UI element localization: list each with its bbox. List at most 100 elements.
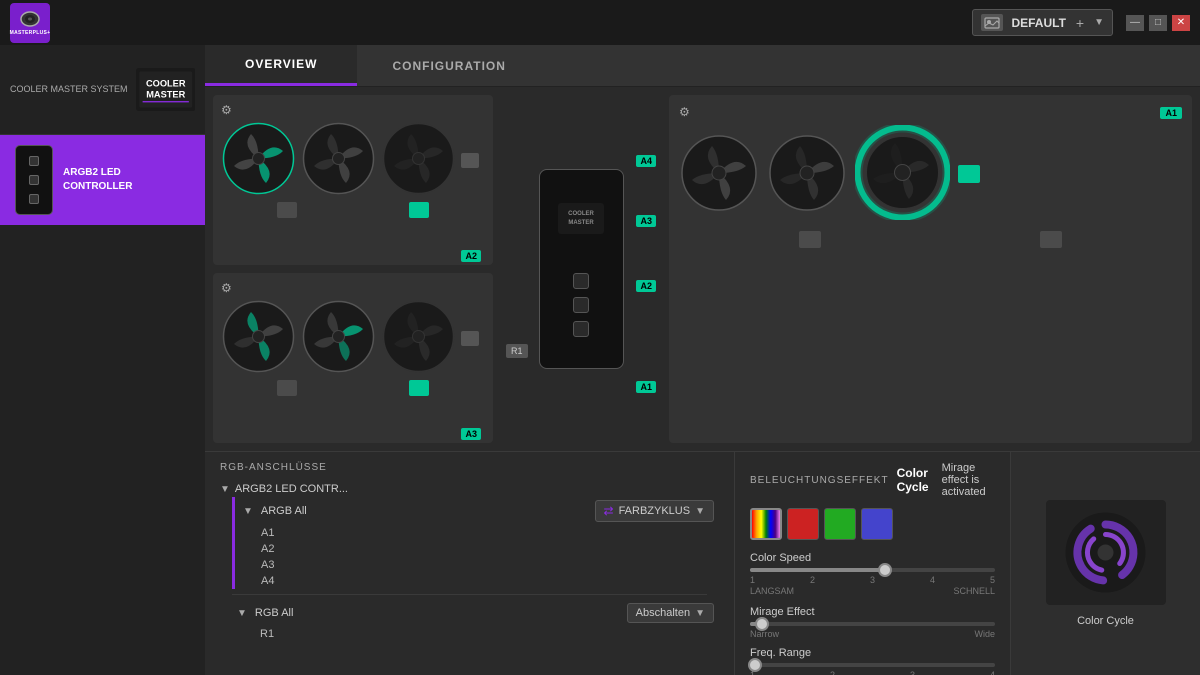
maximize-button[interactable]: □ <box>1149 15 1167 31</box>
svg-text:MASTER: MASTER <box>568 220 594 226</box>
tree-label-controller: ARGB2 LED CONTR... <box>235 483 348 495</box>
tab-configuration[interactable]: CONFIGURATION <box>357 45 540 86</box>
effect-panel-title: BELEUCHTUNGSEFFEKT <box>750 475 889 486</box>
rgb-child-r1[interactable]: R1 <box>232 626 719 642</box>
bottom-controls: RGB-ANSCHLÜSSE ▼ ARGB2 LED CONTR... ▼ AR… <box>205 451 1200 675</box>
sidebar-item-argb-controller[interactable]: ARGB2 LED CONTROLLER <box>0 135 205 225</box>
fan-icon-bottom: ⚙ <box>221 281 232 295</box>
chevron-down-icon[interactable]: ▼ <box>1094 17 1104 28</box>
argb-all-row[interactable]: ▼ ARGB All ⇄ FARBZYKLUS ▼ <box>238 497 719 525</box>
brand-area: COOLER MASTER SYSTEM COOLER MASTER <box>0 45 205 135</box>
a3-label: A3 <box>636 215 656 227</box>
mirage-labels: Narrow Wide <box>750 629 995 639</box>
fan-group-a1: ⚙ <box>669 95 1192 443</box>
a1-right-connector[interactable] <box>958 165 980 183</box>
speed-slider-handle[interactable] <box>878 563 892 577</box>
tree-arrow-argb: ▼ <box>243 506 253 517</box>
connector-a1-mid <box>1040 231 1062 248</box>
profile-name: DEFAULT <box>1011 16 1065 30</box>
speed-slider-track[interactable] <box>750 568 995 572</box>
effect-panel: BELEUCHTUNGSEFFEKT Color Cycle Mirage ef… <box>735 452 1010 675</box>
brand-label: COOLER MASTER SYSTEM <box>10 83 128 96</box>
svg-text:COOLER: COOLER <box>568 211 594 217</box>
effect-name-display: Color Cycle <box>897 466 929 494</box>
rgb-effect-label: Abschalten <box>636 607 690 619</box>
dropdown-arrow-argb: ▼ <box>695 506 705 517</box>
fan-group-a2: ⚙ <box>213 95 493 265</box>
freq-range-param: Freq. Range 1234 Small Large <box>750 647 995 675</box>
app-icon: MASTERPLUS+ <box>10 3 50 43</box>
preview-box <box>1046 500 1166 605</box>
argb-active-border <box>232 497 235 589</box>
speed-label-row: LANGSAM SCHNELL <box>750 586 995 596</box>
device-name-label: ARGB2 LED CONTROLLER <box>63 166 132 194</box>
app-logo-area: MASTERPLUS+ <box>0 0 205 45</box>
rgb-all-label: RGB All <box>255 607 619 619</box>
close-button[interactable]: ✕ <box>1172 15 1190 31</box>
argb-effect-select[interactable]: ⇄ FARBZYKLUS ▼ <box>595 500 715 522</box>
mirage-slider-handle[interactable] <box>755 617 769 631</box>
fan-4[interactable] <box>221 299 296 377</box>
tree-controller[interactable]: ▼ ARGB2 LED CONTR... <box>220 481 719 497</box>
a2-label-center: A2 <box>636 280 656 292</box>
swatch-red[interactable] <box>787 508 819 540</box>
argb-child-a3[interactable]: A3 <box>256 557 719 573</box>
fan-row-bottom <box>221 299 485 377</box>
freq-slider-track[interactable] <box>750 663 995 667</box>
fan-8[interactable] <box>767 133 847 216</box>
svg-text:COOLER: COOLER <box>145 79 185 89</box>
rgb-all-row[interactable]: ▼ RGB All Abschalten ▼ <box>232 600 719 626</box>
argb-effect-label: FARBZYKLUS <box>619 505 691 517</box>
rgb-effect-select[interactable]: Abschalten ▼ <box>627 603 714 623</box>
fan-connector-a3-left <box>277 380 297 396</box>
swatch-green[interactable] <box>824 508 856 540</box>
fan-group-a3-label: A3 <box>461 428 481 440</box>
fan-connector-a2-right[interactable] <box>409 202 429 218</box>
argb-child-a2[interactable]: A2 <box>256 541 719 557</box>
center-controller: R1 A4 A3 A2 A1 COOLER MASTER <box>501 95 661 443</box>
shuffle-icon: ⇄ <box>604 504 614 518</box>
argb-children: A1 A2 A3 A4 <box>238 525 719 589</box>
fan-2[interactable] <box>301 121 376 199</box>
fan-9-ring[interactable] <box>855 125 950 223</box>
tree-arrow-controller: ▼ <box>220 484 230 495</box>
argb-child-a1[interactable]: A1 <box>256 525 719 541</box>
mirage-slider-track[interactable] <box>750 622 995 626</box>
argb-all-label: ARGB All <box>261 505 587 517</box>
rgb-panel-title: RGB-ANSCHLÜSSE <box>220 462 719 473</box>
a1-label: A1 <box>636 381 656 393</box>
mirage-effect-label: Mirage Effect <box>750 606 995 618</box>
fan-1[interactable] <box>221 121 296 199</box>
freq-markers: 1234 <box>750 670 995 675</box>
fan-connector-a2-left <box>277 202 297 218</box>
speed-markers: 12345 <box>750 575 995 585</box>
fan-3[interactable] <box>381 121 456 199</box>
argb-child-a4[interactable]: A4 <box>256 573 719 589</box>
fan-6[interactable] <box>381 299 456 377</box>
fan-group-a1-icon: ⚙ <box>679 105 690 119</box>
tabs-bar: OVERVIEW CONFIGURATION <box>205 45 1200 87</box>
swatch-rainbow[interactable] <box>750 508 782 540</box>
color-speed-label: Color Speed <box>750 552 995 564</box>
brand-text-area: COOLER MASTER SYSTEM <box>10 83 128 96</box>
device-thumbnail <box>15 145 53 215</box>
right-fan-row <box>679 125 1182 223</box>
minimize-button[interactable]: — <box>1126 15 1144 31</box>
connector-right-bottom <box>461 331 479 346</box>
fan-5[interactable] <box>301 299 376 377</box>
freq-slider-handle[interactable] <box>748 658 762 672</box>
app-name-label: MASTERPLUS+ <box>10 30 51 36</box>
svg-text:MASTER: MASTER <box>146 90 185 100</box>
fan-group-a1-label: A1 <box>1160 107 1182 119</box>
profile-selector[interactable]: DEFAULT + ▼ <box>972 9 1113 36</box>
fan-connector-a3-right[interactable] <box>409 380 429 396</box>
profile-image-icon <box>981 14 1003 31</box>
fan-7[interactable] <box>679 133 759 216</box>
a4-label: A4 <box>636 155 656 167</box>
preview-panel: Color Cycle <box>1010 452 1200 675</box>
tab-overview[interactable]: OVERVIEW <box>205 45 357 86</box>
swatch-blue[interactable] <box>861 508 893 540</box>
add-profile-btn[interactable]: + <box>1074 15 1086 31</box>
connector-right-top <box>461 153 479 168</box>
r1-label: R1 <box>506 344 528 358</box>
